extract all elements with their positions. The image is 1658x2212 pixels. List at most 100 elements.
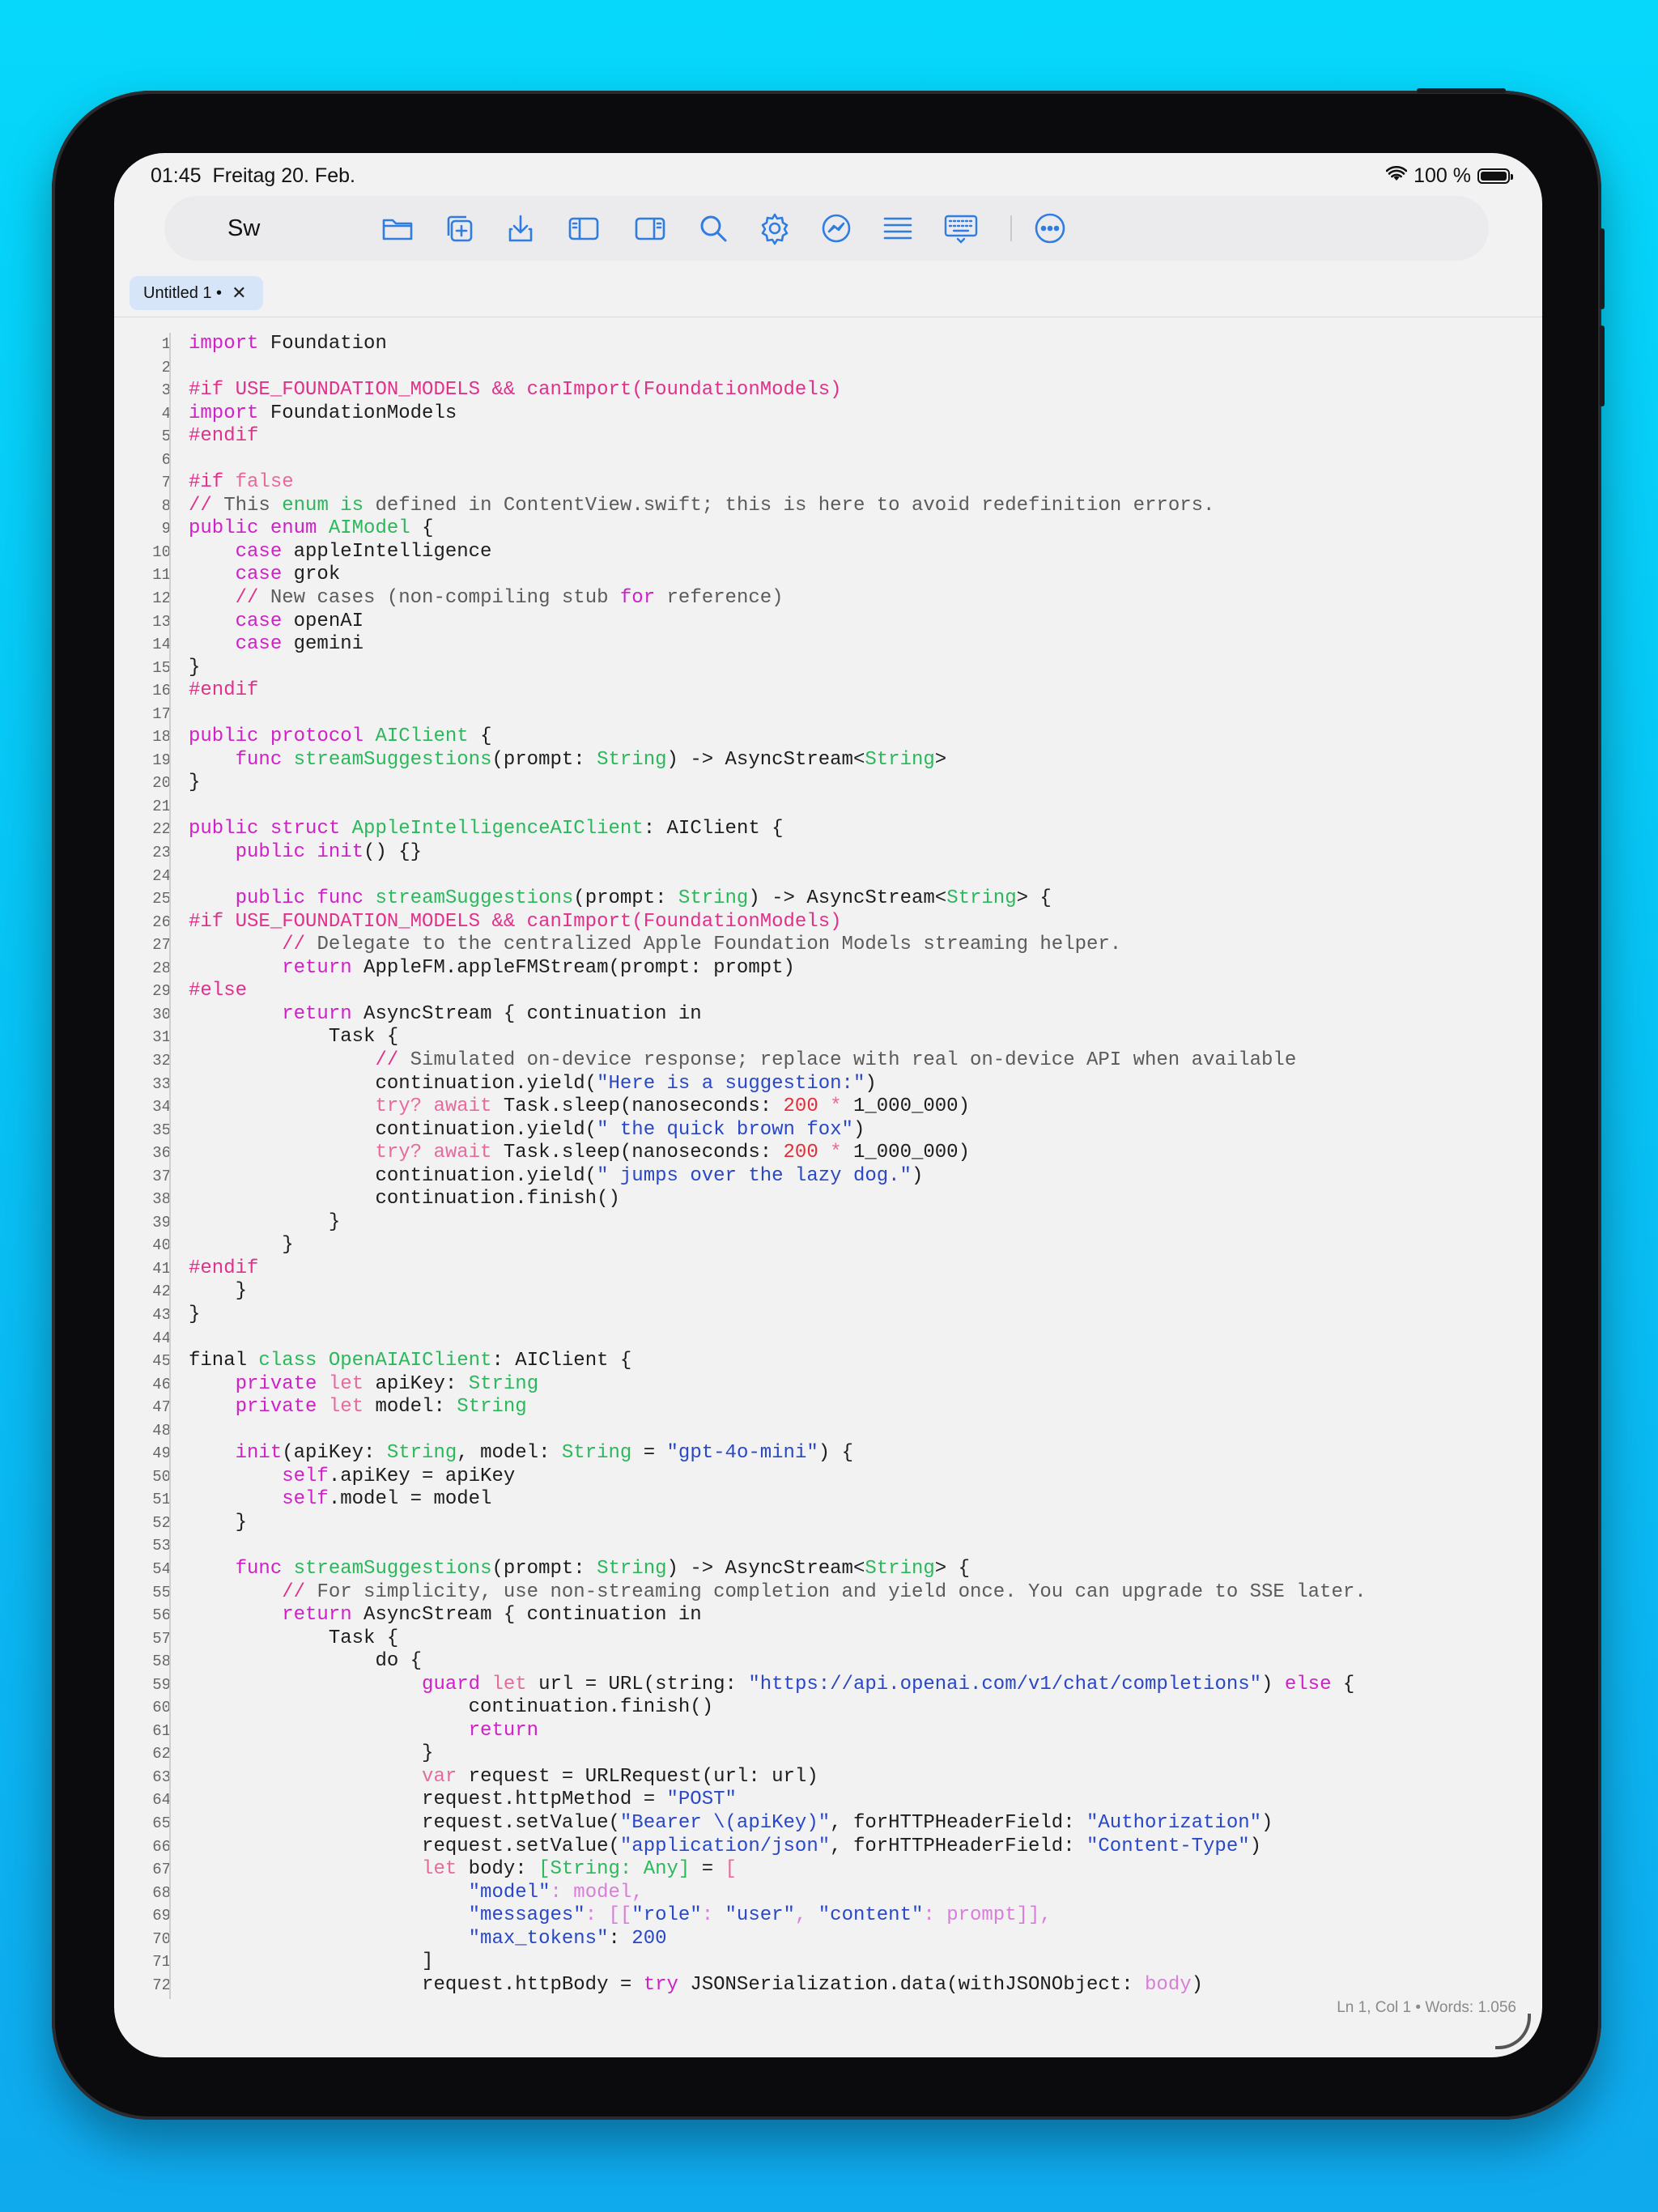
code-line[interactable] <box>189 865 1542 888</box>
code-line[interactable]: } <box>189 1211 1542 1235</box>
code-line[interactable]: public protocol AIClient { <box>189 725 1542 749</box>
code-line[interactable]: func streamSuggestions(prompt: String) -… <box>189 1558 1542 1581</box>
code-line[interactable]: case openAI <box>189 610 1542 634</box>
code-line[interactable]: // Simulated on-device response; replace… <box>189 1049 1542 1073</box>
code-line[interactable]: #endif <box>189 1257 1542 1281</box>
code-token: > { <box>934 1557 970 1580</box>
code-line[interactable]: request.httpMethod = "POST" <box>189 1789 1542 1812</box>
list-icon[interactable] <box>880 211 916 246</box>
line-number: 7 <box>161 474 171 492</box>
code-token: , forHTTPHeaderField: <box>830 1835 1086 1857</box>
code-line[interactable]: import FoundationModels <box>189 402 1542 426</box>
code-line[interactable]: } <box>189 772 1542 795</box>
code-line[interactable] <box>189 703 1542 726</box>
code-line[interactable]: let body: [String: Any] = [ <box>189 1858 1542 1882</box>
code-line[interactable]: "max_tokens": 200 <box>189 1928 1542 1951</box>
code-line[interactable]: try? await Task.sleep(nanoseconds: 200 *… <box>189 1095 1542 1119</box>
code-line[interactable]: #if USE_FOUNDATION_MODELS && canImport(F… <box>189 911 1542 934</box>
code-line[interactable]: } <box>189 1304 1542 1327</box>
code-line[interactable]: // For simplicity, use non-streaming com… <box>189 1581 1542 1605</box>
code-line[interactable]: case grok <box>189 564 1542 587</box>
code-line[interactable]: case appleIntelligence <box>189 541 1542 564</box>
code-line[interactable]: // New cases (non-compiling stub for ref… <box>189 587 1542 610</box>
line-number: 10 <box>152 542 171 561</box>
more-icon[interactable] <box>1032 211 1068 246</box>
code-line[interactable]: continuation.finish() <box>189 1188 1542 1211</box>
keyboard-icon[interactable] <box>943 211 979 246</box>
code-line[interactable] <box>189 1534 1542 1558</box>
code-line[interactable] <box>189 795 1542 819</box>
code-token: } <box>189 656 201 678</box>
code-line[interactable]: guard let url = URL(string: "https://api… <box>189 1674 1542 1697</box>
code-line[interactable]: #endif <box>189 679 1542 703</box>
code-line[interactable]: return AsyncStream { continuation in <box>189 1003 1542 1027</box>
resize-handle[interactable] <box>1495 2014 1531 2049</box>
code-line[interactable] <box>189 449 1542 472</box>
code-line[interactable]: return AppleFM.appleFMStream(prompt: pro… <box>189 957 1542 981</box>
sidebar-right-icon[interactable] <box>632 211 668 246</box>
code-line[interactable]: #if USE_FOUNDATION_MODELS && canImport(F… <box>189 379 1542 402</box>
code-line[interactable]: continuation.yield("Here is a suggestion… <box>189 1073 1542 1096</box>
code-line[interactable]: var request = URLRequest(url: url) <box>189 1766 1542 1789</box>
code-content[interactable]: import Foundation #if USE_FOUNDATION_MOD… <box>189 333 1542 1999</box>
code-token: return <box>468 1719 539 1742</box>
code-line[interactable]: case gemini <box>189 633 1542 657</box>
code-line[interactable]: continuation.yield(" the quick brown fox… <box>189 1119 1542 1142</box>
code-line[interactable]: "messages": [["role": "user", "content":… <box>189 1904 1542 1928</box>
line-number: 63 <box>152 1767 171 1786</box>
code-line[interactable]: } <box>189 1742 1542 1766</box>
code-line[interactable]: do { <box>189 1650 1542 1674</box>
messenger-icon[interactable] <box>818 211 854 246</box>
code-line[interactable]: continuation.yield(" jumps over the lazy… <box>189 1165 1542 1189</box>
code-line[interactable]: return AsyncStream { continuation in <box>189 1604 1542 1627</box>
code-line[interactable]: request.setValue("application/json", for… <box>189 1836 1542 1859</box>
code-line[interactable]: request.httpBody = try JSONSerialization… <box>189 1974 1542 1997</box>
duplicate-icon[interactable] <box>441 211 477 246</box>
code-line[interactable]: request.setValue("Bearer \(apiKey)", for… <box>189 1812 1542 1836</box>
code-line[interactable]: private let apiKey: String <box>189 1373 1542 1397</box>
download-icon[interactable] <box>503 211 538 246</box>
code-line[interactable]: ] <box>189 1950 1542 1974</box>
code-line[interactable]: public func streamSuggestions(prompt: St… <box>189 887 1542 911</box>
language-selector[interactable]: Sw <box>227 215 260 242</box>
code-line[interactable]: init(apiKey: String, model: String = "gp… <box>189 1442 1542 1465</box>
code-line[interactable]: } <box>189 657 1542 680</box>
code-line[interactable]: import Foundation <box>189 333 1542 356</box>
code-line[interactable] <box>189 356 1542 380</box>
code-token: Task.sleep(nanoseconds: <box>491 1142 784 1164</box>
code-line[interactable]: #else <box>189 980 1542 1003</box>
code-line[interactable]: try? await Task.sleep(nanoseconds: 200 *… <box>189 1142 1542 1165</box>
code-line[interactable]: } <box>189 1512 1542 1535</box>
code-line[interactable]: #endif <box>189 425 1542 449</box>
search-icon[interactable] <box>695 211 731 246</box>
code-line[interactable]: public init() {} <box>189 841 1542 865</box>
code-line[interactable]: private let model: String <box>189 1396 1542 1419</box>
code-line[interactable]: } <box>189 1280 1542 1304</box>
code-line[interactable]: self.model = model <box>189 1488 1542 1512</box>
code-line[interactable]: // This enum is defined in ContentView.s… <box>189 495 1542 518</box>
code-line[interactable] <box>189 1419 1542 1443</box>
tab-untitled-1[interactable]: Untitled 1 • ✕ <box>130 276 263 310</box>
close-icon[interactable]: ✕ <box>232 284 246 302</box>
code-line[interactable]: // Delegate to the centralized Apple Fou… <box>189 934 1542 957</box>
code-line[interactable]: Task { <box>189 1026 1542 1049</box>
code-line[interactable]: #if false <box>189 471 1542 495</box>
code-line[interactable]: public enum AIModel { <box>189 517 1542 541</box>
code-line[interactable]: return <box>189 1720 1542 1743</box>
gear-icon[interactable] <box>757 211 793 246</box>
code-line[interactable]: "model": model, <box>189 1882 1542 1905</box>
code-line[interactable]: Task { <box>189 1627 1542 1651</box>
code-line[interactable]: func streamSuggestions(prompt: String) -… <box>189 749 1542 772</box>
code-line[interactable] <box>189 1327 1542 1351</box>
folder-icon[interactable] <box>380 211 415 246</box>
sidebar-left-icon[interactable] <box>566 211 602 246</box>
code-line[interactable]: final class OpenAIAIClient: AIClient { <box>189 1350 1542 1373</box>
code-line[interactable]: continuation.finish() <box>189 1696 1542 1720</box>
code-editor[interactable]: 1 2 3 4 5 6 7 8 9 10 11 12 13 14 15 16 17 18 19 20 21 22 23 24 2… <box>114 323 1542 1999</box>
code-line[interactable]: public struct AppleIntelligenceAIClient:… <box>189 818 1542 841</box>
code-line[interactable]: self.apiKey = apiKey <box>189 1465 1542 1489</box>
code-line[interactable]: } <box>189 1234 1542 1257</box>
